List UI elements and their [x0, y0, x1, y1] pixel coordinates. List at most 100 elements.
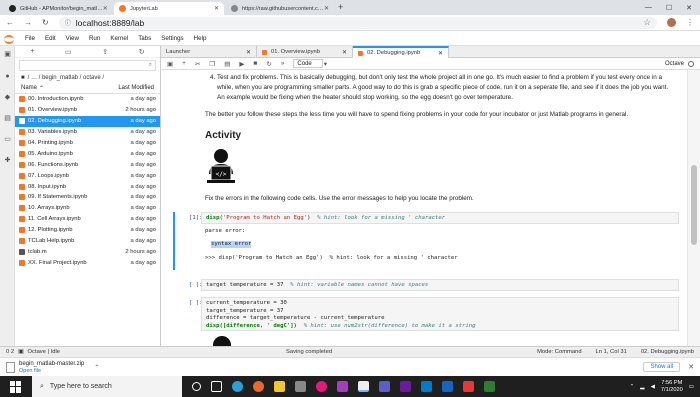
taskbar-search[interactable]: ⌕ Type here to search	[32, 376, 182, 397]
cut-icon[interactable]: ✂	[195, 60, 200, 68]
cursor-position[interactable]: Ln 1, Col 31	[596, 349, 627, 355]
upload-icon[interactable]: ⇪	[102, 48, 108, 56]
save-icon[interactable]: ▣	[167, 60, 173, 68]
copy-icon[interactable]: ❐	[209, 60, 215, 68]
edge-icon[interactable]	[232, 381, 243, 392]
vscode-icon[interactable]	[421, 381, 432, 392]
file-row[interactable]: 04. Printing.ipynb a day ago	[15, 138, 160, 149]
menu-file[interactable]: File	[20, 35, 40, 42]
file-row[interactable]: tclab.m 2 hours ago	[15, 246, 160, 257]
folder-home-icon[interactable]: ■	[21, 75, 25, 81]
file-row[interactable]: 05. Arduino.ipynb a day ago	[15, 148, 160, 159]
app-icon[interactable]	[484, 381, 495, 392]
browser-tab-raw[interactable]: https://raw.githubusercontent.c… ✕	[226, 2, 334, 15]
browser-tab-jupyterlab[interactable]: JupyterLab ✕	[114, 2, 224, 15]
reload-icon[interactable]: ↻	[42, 18, 49, 27]
new-launcher-icon[interactable]: +	[30, 48, 34, 55]
network-icon[interactable]: ▂	[640, 384, 644, 390]
file-row[interactable]: 07. Loops.ipynb a day ago	[15, 170, 160, 181]
file-row[interactable]: 11. Cell Arrays.ipynb a day ago	[15, 214, 160, 225]
scrollbar-thumb[interactable]	[691, 165, 697, 245]
app-icon[interactable]	[400, 381, 411, 392]
file-row[interactable]: 00. Introduction.ipynb a day ago	[15, 94, 160, 105]
close-icon[interactable]: ✕	[342, 49, 347, 56]
paste-icon[interactable]: ▤	[224, 60, 230, 68]
close-window-icon[interactable]: ✕	[686, 4, 692, 12]
maximize-icon[interactable]: ☐	[666, 4, 672, 12]
star-icon[interactable]: ☆	[643, 17, 651, 28]
file-filter-input[interactable]: ⌕	[19, 60, 156, 71]
new-tab-button[interactable]: +	[338, 2, 343, 12]
kernel-status[interactable]: Octave | Idle	[28, 349, 60, 355]
extension-icon[interactable]: ✚	[3, 156, 12, 165]
file-row[interactable]: 01. Overview.ipynb 2 hours ago	[15, 105, 160, 116]
windows-start-icon[interactable]	[10, 380, 22, 393]
palette-icon[interactable]: ▤	[3, 114, 12, 123]
close-icon[interactable]: ✕	[438, 50, 443, 57]
menu-settings[interactable]: Settings	[156, 35, 188, 42]
close-icon[interactable]: ✕	[324, 5, 329, 12]
show-all-button[interactable]: Show all	[643, 362, 681, 372]
menu-view[interactable]: View	[61, 35, 84, 42]
task-view-icon[interactable]	[211, 381, 222, 392]
fast-forward-icon[interactable]: »	[281, 60, 285, 67]
menu-help[interactable]: Help	[189, 35, 212, 42]
tab-launcher[interactable]: Launcher ✕	[161, 46, 257, 58]
status-counts[interactable]: 0 2	[6, 349, 14, 355]
tab-overview[interactable]: 01. Overview.ipynb ✕	[257, 46, 353, 58]
file-row[interactable]: 02. Debugging.ipynb a day ago	[15, 115, 160, 127]
app-icon[interactable]	[316, 381, 327, 392]
menu-kernel[interactable]: Kernel	[105, 35, 133, 42]
notebook-scrollbar[interactable]	[687, 70, 700, 346]
column-name[interactable]: Name	[21, 85, 37, 91]
breadcrumb-path[interactable]: / … / begin_matlab / octave /	[28, 75, 104, 81]
app-icon[interactable]	[442, 381, 453, 392]
code-cell-1[interactable]: disp('Program to Hatch an Egg') % hint: …	[201, 212, 679, 224]
onenote-icon[interactable]	[337, 381, 348, 392]
url-field[interactable]: ⓘ localhost:8889/lab ☆	[58, 16, 657, 29]
minimize-icon[interactable]: —	[645, 4, 652, 11]
menu-tabs[interactable]: Tabs	[133, 35, 156, 42]
file-row[interactable]: XX. Final Project.ipynb a day ago	[15, 257, 160, 268]
stop-icon[interactable]: ■	[253, 60, 257, 67]
cell-type-select[interactable]: Code	[293, 59, 323, 68]
running-icon[interactable]: ●	[3, 72, 12, 81]
close-icon[interactable]: ✕	[214, 5, 219, 12]
browser-tab-github[interactable]: GitHub - APMonitor/begin_matl… ✕	[4, 2, 112, 15]
more-menu-icon[interactable]: ⋮	[686, 18, 694, 27]
clock[interactable]: 7:56 PM 7/1/2020	[661, 380, 683, 394]
refresh-icon[interactable]: ↻	[139, 48, 145, 56]
file-explorer-icon[interactable]	[274, 381, 285, 392]
info-icon[interactable]: ⓘ	[65, 18, 71, 27]
mode-indicator[interactable]: Mode: Command	[537, 349, 581, 355]
chrome-icon[interactable]	[358, 381, 369, 392]
notification-icon[interactable]: ▭	[689, 384, 694, 390]
menu-edit[interactable]: Edit	[40, 35, 61, 42]
avatar[interactable]	[667, 18, 676, 27]
r-icon[interactable]	[463, 381, 474, 392]
insert-cell-icon[interactable]: +	[182, 60, 186, 67]
restart-icon[interactable]: ↻	[266, 60, 271, 68]
git-icon[interactable]: ◆	[3, 93, 12, 102]
code-cell-3[interactable]: current_temperature = 30 target_temperat…	[201, 297, 679, 331]
column-last-modified[interactable]: Last Modified	[118, 85, 154, 91]
cortana-icon[interactable]	[192, 382, 201, 391]
folder-icon[interactable]: ▣	[3, 50, 12, 59]
close-icon[interactable]: ✕	[688, 363, 694, 371]
kernel-indicator[interactable]: Octave	[665, 60, 694, 67]
volume-icon[interactable]: ◀	[651, 384, 655, 390]
firefox-icon[interactable]	[253, 381, 264, 392]
file-row[interactable]: 03. Variables.ipynb a day ago	[15, 127, 160, 138]
file-row[interactable]: 10. Arrays.ipynb a day ago	[15, 203, 160, 214]
teams-icon[interactable]	[379, 381, 390, 392]
code-cell-2[interactable]: target temperature = 37 % hint: variable…	[201, 279, 679, 291]
forward-icon[interactable]: →	[24, 18, 32, 27]
file-row[interactable]: 06. Functions.ipynb a day ago	[15, 159, 160, 170]
file-row[interactable]: 12. Plotting.ipynb a day ago	[15, 225, 160, 236]
file-row[interactable]: 08. Input.ipynb a day ago	[15, 181, 160, 192]
close-icon[interactable]: ✕	[246, 49, 251, 56]
back-icon[interactable]: ←	[6, 18, 14, 27]
new-folder-icon[interactable]: ▭	[65, 48, 72, 56]
chevron-up-icon[interactable]: ⌃	[630, 384, 635, 390]
download-item[interactable]: begin_matlab-master.zip Open file ⌃	[6, 361, 99, 374]
